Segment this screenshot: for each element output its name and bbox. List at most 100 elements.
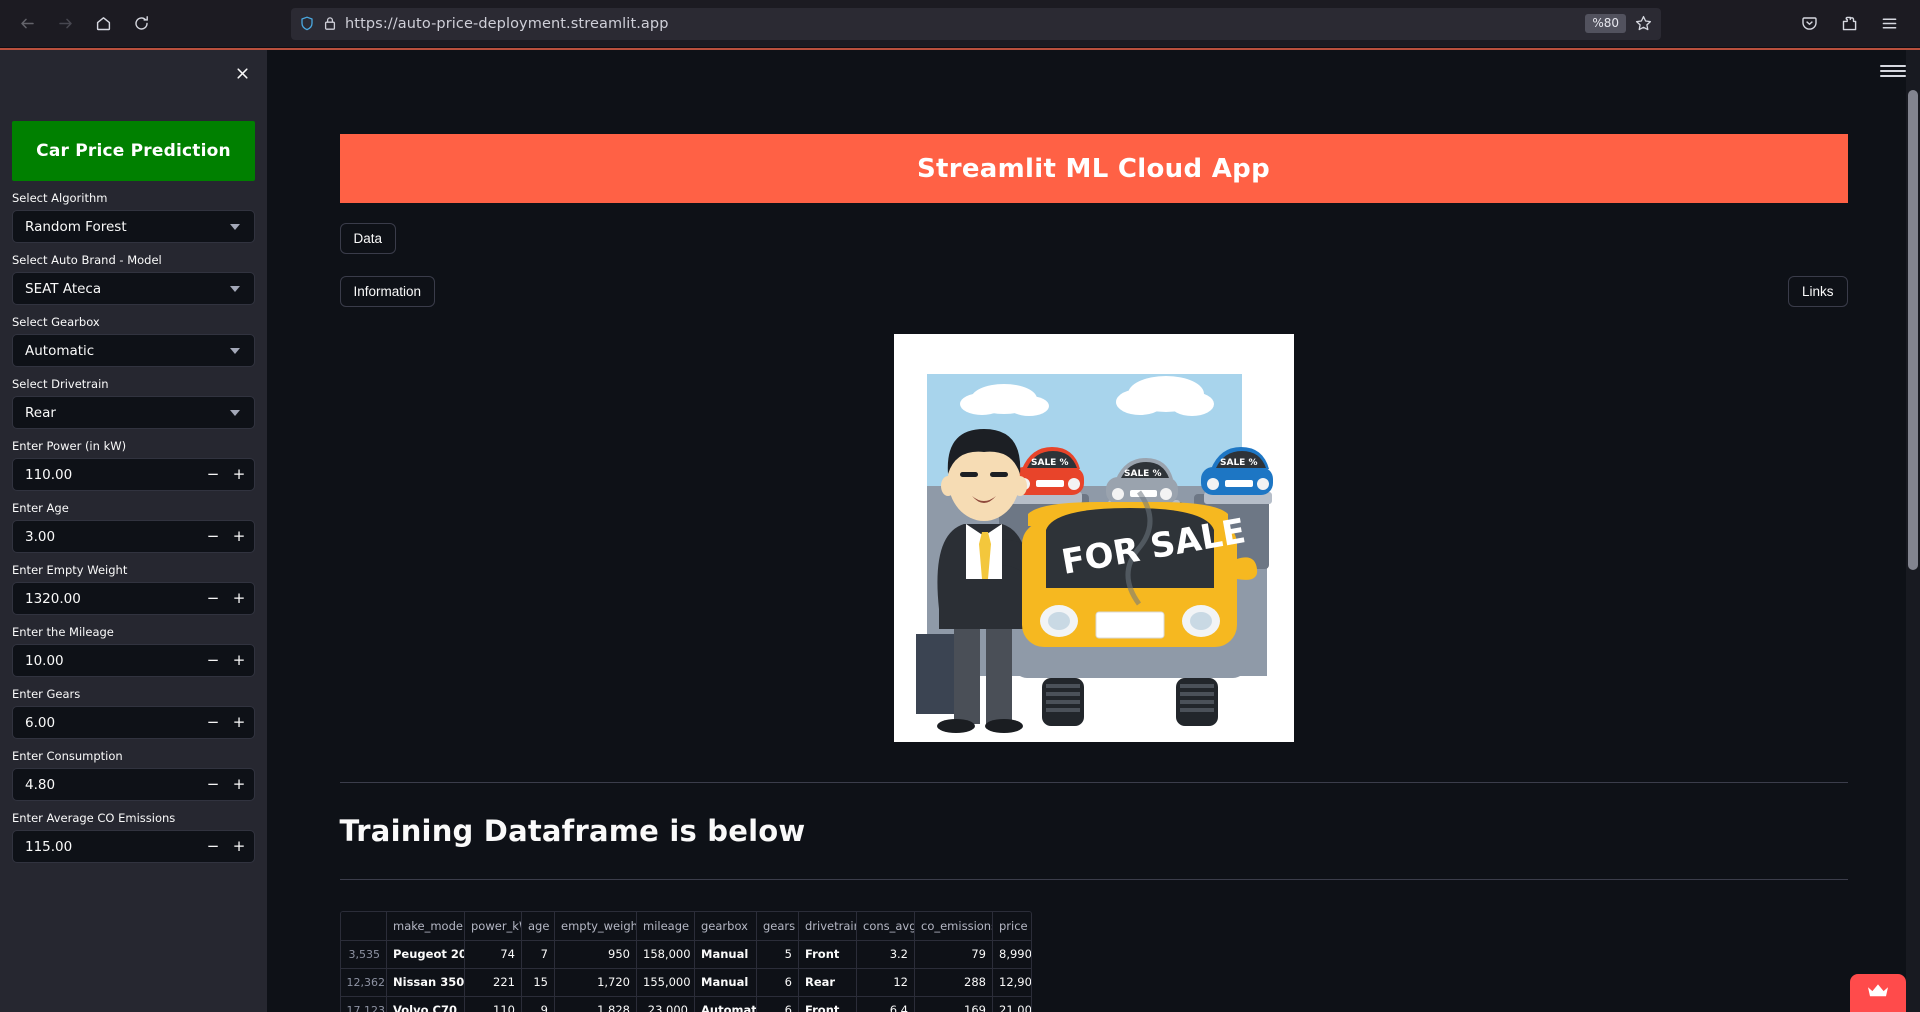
decrement-power-button[interactable]: − (200, 460, 226, 489)
decrement-gears-button[interactable]: − (200, 708, 226, 737)
browser-forward-button[interactable] (48, 7, 82, 41)
input-enter-power-value[interactable]: 110.00 (25, 467, 200, 483)
input-enter-gears[interactable]: 6.00 − + (12, 706, 255, 739)
home-icon (95, 15, 112, 32)
select-gearbox-value: Automatic (25, 342, 95, 359)
information-links-row: Information Links (339, 276, 1848, 307)
cell-gearbox: Manual (694, 968, 757, 997)
cell-power-kw: 221 (464, 968, 522, 997)
col-drivetrain[interactable]: drivetrain (798, 912, 857, 941)
app-menu-icon[interactable] (1880, 58, 1906, 84)
hamburger-menu-icon[interactable] (1872, 7, 1906, 41)
cell-co-emissions: 288 (914, 968, 993, 997)
col-price[interactable]: price (992, 912, 1031, 941)
url-text[interactable]: https://auto-price-deployment.streamlit.… (345, 16, 1577, 32)
select-brand-model[interactable]: SEAT Ateca (12, 272, 255, 305)
save-to-pocket-icon[interactable] (1792, 7, 1826, 41)
select-gearbox[interactable]: Automatic (12, 334, 255, 367)
table-row[interactable]: 12,362 Nissan 350Z 221 15 1,720 155,000 … (340, 968, 1031, 997)
browser-back-button[interactable] (10, 7, 44, 41)
extensions-icon[interactable] (1832, 7, 1866, 41)
col-cons-avg[interactable]: cons_avg (856, 912, 915, 941)
input-enter-consumption[interactable]: 4.80 − + (12, 768, 255, 801)
training-dataframe[interactable]: make_model power_kW age empty_weight mil… (339, 911, 1032, 1012)
cell-gears: 6 (756, 968, 799, 997)
input-enter-empty-weight-value[interactable]: 1320.00 (25, 591, 200, 607)
zoom-level-badge[interactable]: %80 (1585, 14, 1626, 33)
browser-reload-button[interactable] (124, 7, 158, 41)
increment-gears-button[interactable]: + (226, 708, 252, 737)
decrement-co-emissions-button[interactable]: − (200, 832, 226, 861)
cell-power-kw: 74 (464, 940, 522, 969)
increment-consumption-button[interactable]: + (226, 770, 252, 799)
cell-index: 12,362 (340, 968, 387, 997)
col-gearbox[interactable]: gearbox (694, 912, 757, 941)
sidebar-title: Car Price Prediction (12, 121, 255, 181)
app-content-container: Streamlit ML Cloud App Data Information … (339, 50, 1848, 1012)
illustration-container: SALE % SALE % SALE % FOR SALE (340, 334, 1848, 742)
cell-gears: 6 (756, 996, 799, 1012)
shield-icon[interactable] (299, 15, 315, 32)
streamlit-crown-icon (1866, 982, 1890, 1004)
increment-empty-weight-button[interactable]: + (226, 584, 252, 613)
input-enter-gears-value[interactable]: 6.00 (25, 715, 200, 731)
decrement-empty-weight-button[interactable]: − (200, 584, 226, 613)
main-content: Streamlit ML Cloud App Data Information … (267, 50, 1920, 1012)
input-enter-age[interactable]: 3.00 − + (12, 520, 255, 553)
label-enter-gears: Enter Gears (12, 687, 81, 701)
cell-price: 21,000 (992, 996, 1031, 1012)
data-button-row: Data (339, 223, 1848, 254)
input-enter-power[interactable]: 110.00 − + (12, 458, 255, 491)
input-enter-age-value[interactable]: 3.00 (25, 529, 200, 545)
table-row[interactable]: 17,123 Volvo C70 110 9 1,828 23,000 Auto… (340, 996, 1031, 1012)
address-bar[interactable]: https://auto-price-deployment.streamlit.… (291, 7, 1661, 40)
label-select-gearbox: Select Gearbox (12, 315, 100, 329)
col-index[interactable] (340, 912, 387, 941)
links-button[interactable]: Links (1787, 276, 1848, 307)
input-enter-consumption-value[interactable]: 4.80 (25, 777, 200, 793)
input-enter-co-emissions-value[interactable]: 115.00 (25, 839, 200, 855)
cell-mileage: 155,000 (636, 968, 695, 997)
reload-icon (133, 15, 150, 32)
cell-cons-avg: 3.2 (856, 940, 915, 969)
page-scrollbar[interactable] (1906, 50, 1920, 1012)
increment-mileage-button[interactable]: + (226, 646, 252, 675)
input-enter-mileage[interactable]: 10.00 − + (12, 644, 255, 677)
page-scrollbar-thumb[interactable] (1908, 90, 1918, 570)
information-button[interactable]: Information (339, 276, 436, 307)
increment-age-button[interactable]: + (226, 522, 252, 551)
cell-make-model: Volvo C70 (386, 996, 465, 1012)
browser-toolbar-right (1784, 7, 1910, 41)
cell-price: 8,990 (992, 940, 1031, 969)
col-empty-weight[interactable]: empty_weight (554, 912, 637, 941)
data-button[interactable]: Data (339, 223, 397, 254)
col-mileage[interactable]: mileage (636, 912, 695, 941)
col-make-model[interactable]: make_model (386, 912, 465, 941)
col-gears[interactable]: gears (756, 912, 799, 941)
select-algorithm[interactable]: Random Forest (12, 210, 255, 243)
col-co-emissions[interactable]: co_emissions (914, 912, 993, 941)
col-age[interactable]: age (521, 912, 555, 941)
streamlit-manage-app-badge[interactable] (1850, 974, 1906, 1012)
input-enter-co-emissions[interactable]: 115.00 − + (12, 830, 255, 863)
input-enter-mileage-value[interactable]: 10.00 (25, 653, 200, 669)
cell-age: 15 (521, 968, 555, 997)
sidebar-close-button[interactable] (231, 62, 253, 84)
increment-power-button[interactable]: + (226, 460, 252, 489)
col-power-kw[interactable]: power_kW (464, 912, 522, 941)
decrement-age-button[interactable]: − (200, 522, 226, 551)
table-row[interactable]: 3,535 Peugeot 208 74 7 950 158,000 Manua… (340, 940, 1031, 969)
chevron-down-icon (230, 347, 240, 354)
browser-home-button[interactable] (86, 7, 120, 41)
chevron-down-icon (230, 409, 240, 416)
dataframe-table: make_model power_kW age empty_weight mil… (340, 912, 1031, 1012)
increment-co-emissions-button[interactable]: + (226, 832, 252, 861)
select-drivetrain[interactable]: Rear (12, 396, 255, 429)
star-icon[interactable] (1634, 14, 1653, 33)
lock-icon[interactable] (323, 15, 337, 32)
label-enter-co-emissions: Enter Average CO Emissions (12, 811, 176, 825)
decrement-mileage-button[interactable]: − (200, 646, 226, 675)
input-enter-empty-weight[interactable]: 1320.00 − + (12, 582, 255, 615)
cell-empty-weight: 1,720 (554, 968, 637, 997)
decrement-consumption-button[interactable]: − (200, 770, 226, 799)
